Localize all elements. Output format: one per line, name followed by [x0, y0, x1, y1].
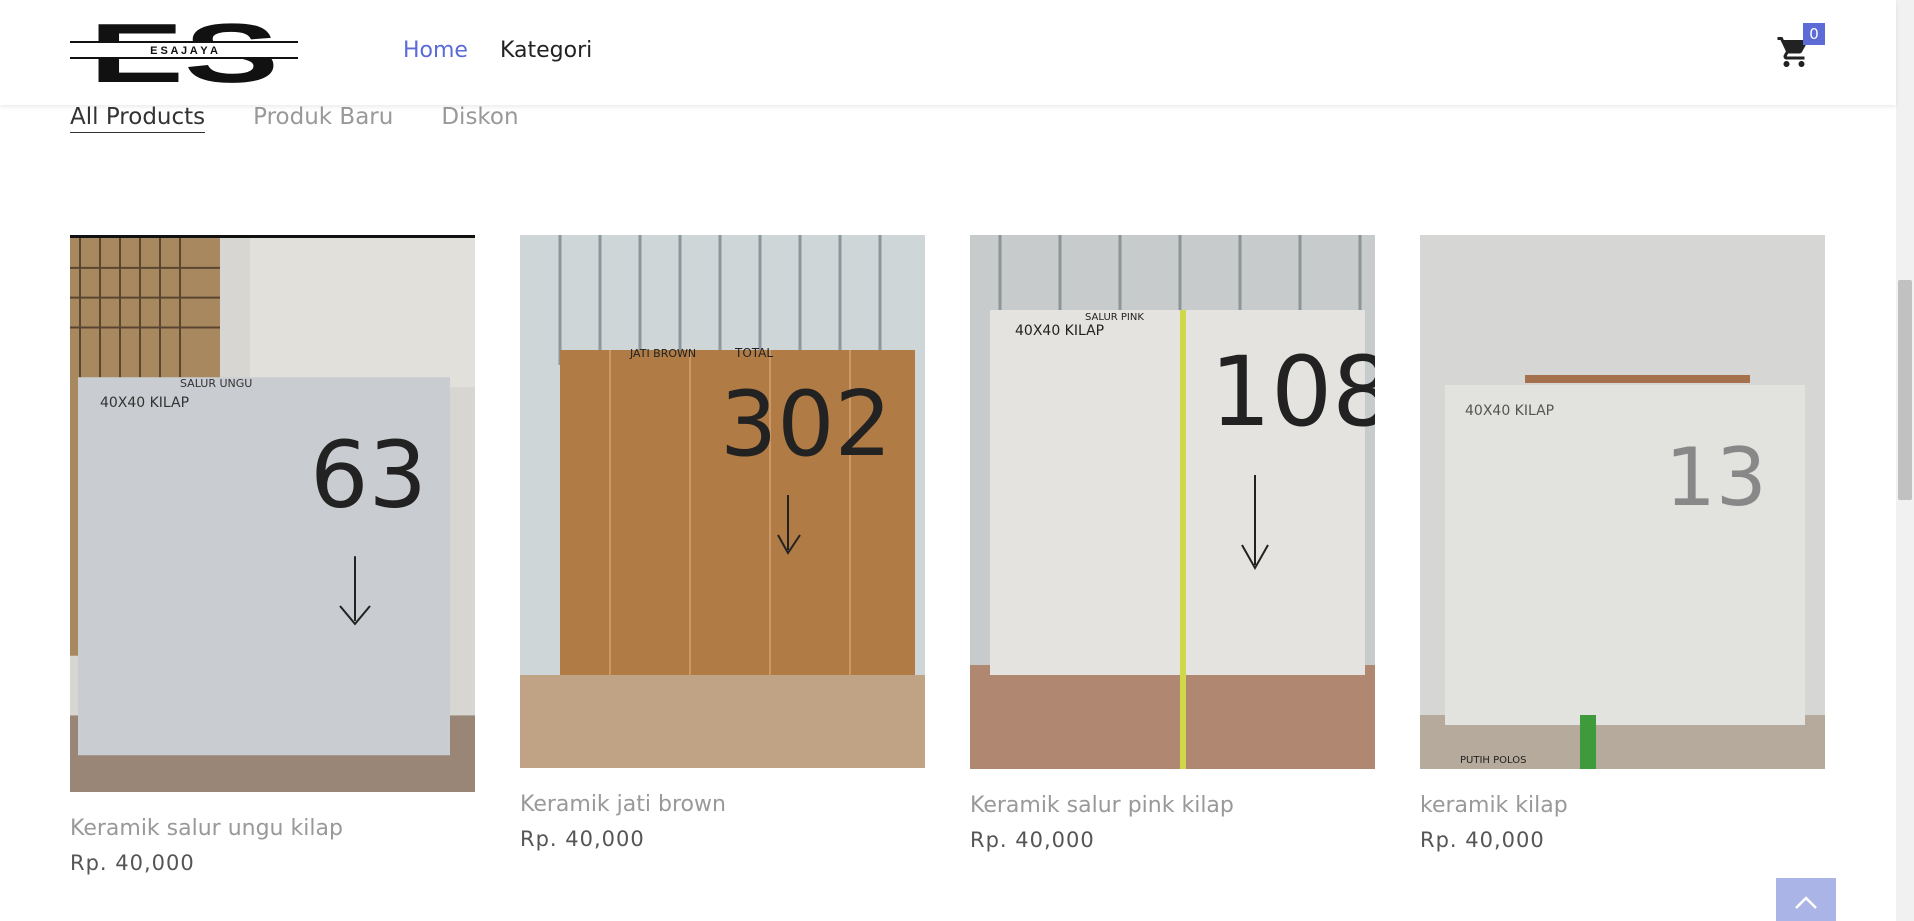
product-name[interactable]: Keramik salur pink kilap: [970, 793, 1375, 818]
tab-diskon[interactable]: Diskon: [441, 104, 518, 133]
tab-all-products[interactable]: All Products: [70, 104, 206, 133]
tile-top-label: TOTAL: [734, 346, 773, 360]
site-header: ES E S A J A Y A Home Kategori 0: [0, 0, 1896, 105]
product-price: Rp. 40,000: [70, 851, 195, 875]
tile-stock: 302: [720, 372, 892, 477]
tile-stock: 13: [1665, 431, 1767, 524]
tile-label: 40X40 KILAP: [100, 395, 189, 411]
tile-top-label: PUTIH POLOS: [1460, 755, 1526, 766]
nav-kategori[interactable]: Kategori: [500, 38, 592, 63]
product-name[interactable]: Keramik jati brown: [520, 792, 925, 817]
chevron-up-icon: [1795, 896, 1817, 909]
logo-subtext: E S A J A Y A: [150, 45, 218, 57]
product-image[interactable]: JATI BROWN TOTAL 302: [520, 235, 925, 768]
product-card[interactable]: 40X40 KILAP SALUR PINK 108 Keramik salur…: [970, 235, 1375, 852]
product-image[interactable]: 40X40 KILAP SALUR UNGU 63: [70, 235, 475, 792]
tab-produk-baru[interactable]: Produk Baru: [253, 104, 393, 133]
tile-label: 40X40 KILAP: [1465, 403, 1554, 419]
tile-stock: 63: [310, 422, 427, 529]
tile-top-label: SALUR PINK: [1085, 312, 1144, 323]
scrollbar-thumb[interactable]: [1898, 280, 1912, 500]
product-card[interactable]: JATI BROWN TOTAL 302 Keramik jati brown …: [520, 235, 925, 851]
product-image[interactable]: 40X40 KILAP SALUR PINK 108: [970, 235, 1375, 769]
tile-label: 40X40 KILAP: [1015, 323, 1104, 339]
product-price: Rp. 40,000: [1420, 828, 1545, 852]
product-price: Rp. 40,000: [970, 828, 1095, 852]
cart-count-badge: 0: [1803, 23, 1825, 45]
product-price: Rp. 40,000: [520, 827, 645, 851]
brand-logo[interactable]: ES E S A J A Y A: [70, 14, 298, 88]
product-filter-tabs: All Products Produk Baru Diskon: [70, 104, 519, 133]
product-image[interactable]: 40X40 KILAP PUTIH POLOS 13: [1420, 235, 1825, 769]
tile-label: JATI BROWN: [629, 347, 696, 360]
product-card[interactable]: 40X40 KILAP PUTIH POLOS 13 keramik kilap…: [1420, 235, 1825, 852]
main-nav: Home Kategori: [403, 38, 592, 63]
product-name[interactable]: Keramik salur ungu kilap: [70, 816, 475, 841]
tile-stock: 108: [1210, 336, 1375, 448]
nav-home[interactable]: Home: [403, 38, 468, 63]
tile-top-label: SALUR UNGU: [180, 377, 252, 390]
back-to-top-button[interactable]: [1776, 878, 1836, 921]
product-card[interactable]: 40X40 KILAP SALUR UNGU 63 Keramik salur …: [70, 235, 475, 875]
product-name[interactable]: keramik kilap: [1420, 793, 1825, 818]
